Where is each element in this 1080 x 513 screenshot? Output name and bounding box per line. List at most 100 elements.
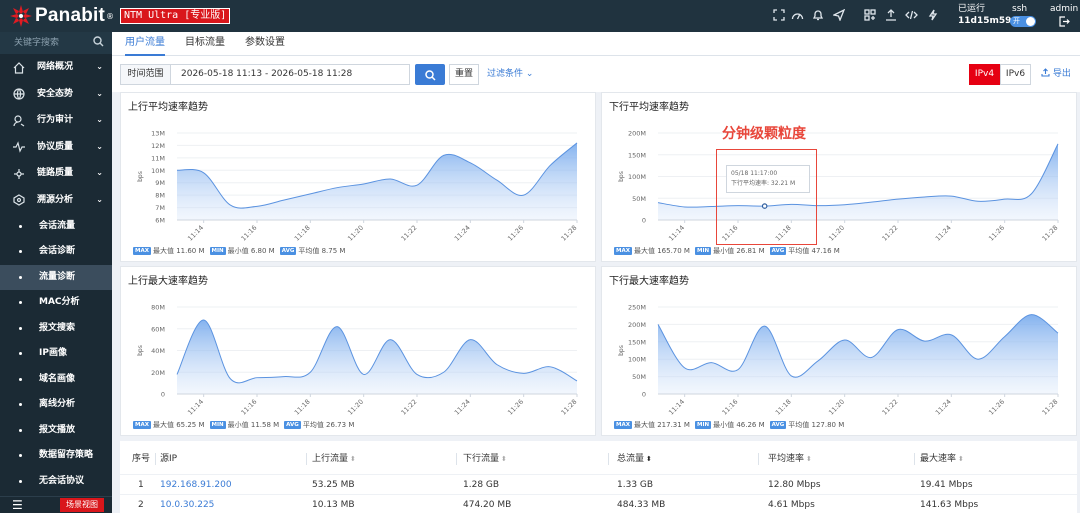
product-badge: NTM Ultra [专业版] — [120, 8, 231, 24]
cell-total-traffic: 1.33 GB — [617, 480, 654, 490]
sidebar-subitem-traffic-diagnosis[interactable]: 流量诊断 — [0, 264, 112, 291]
x-tick-label: 11:14 — [667, 398, 686, 417]
search-button[interactable] — [415, 64, 445, 85]
y-tick-label: 60M — [151, 325, 165, 333]
column-divider — [758, 453, 759, 465]
sidebar-subitem-mac-analysis[interactable]: MAC分析 — [0, 290, 112, 316]
sidebar-item-audit[interactable]: 行为审计 ⌄ — [0, 107, 112, 134]
min-badge: MIN — [209, 247, 226, 255]
admin-user[interactable]: admin — [1050, 3, 1078, 31]
chevron-down-icon: ⌄ — [96, 115, 103, 125]
sidebar-subitem-data-retention[interactable]: 数据留存策略 — [0, 443, 112, 469]
ssh-toggle[interactable]: 开 — [1010, 16, 1036, 27]
cell-src-ip-link[interactable]: 10.0.30.225 — [160, 495, 214, 513]
chevron-down-icon: ⌄ — [525, 69, 534, 79]
collapse-menu-icon[interactable]: ☰ — [12, 497, 23, 513]
sidebar-item-network-overview[interactable]: 网络概况 ⌄ — [0, 54, 112, 81]
column-header-total-traffic[interactable]: 总流量 ⬍ — [617, 447, 652, 471]
logout-icon[interactable] — [1050, 16, 1078, 31]
y-tick-label: 6M — [155, 217, 165, 225]
sidebar-subitem-sessionless-protocol[interactable]: 无会话协议 — [0, 469, 112, 495]
uptime-value: 11d15m59s — [958, 16, 1017, 26]
x-tick-label: 11:28 — [1041, 224, 1060, 243]
chart-tooltip: 05/18 11:17:00 下行平均速率: 32.21 M — [726, 165, 810, 193]
column-divider — [306, 453, 307, 465]
sidebar-subitem-domain-profile[interactable]: 域名画像 — [0, 367, 112, 393]
filter-conditions-toggle[interactable]: 过滤条件 ⌄ — [487, 64, 533, 85]
trace-icon — [13, 187, 25, 214]
sidebar-item-security[interactable]: 安全态势 ⌄ — [0, 81, 112, 108]
dashboard-icon[interactable] — [790, 9, 804, 23]
annotation-highlight-box — [716, 149, 817, 245]
logo-registered: ® — [106, 11, 115, 21]
tab-user-traffic[interactable]: 用户流量 — [125, 32, 165, 56]
sidebar-subitem-session-traffic[interactable]: 会话流量 — [0, 214, 112, 240]
sidebar-subitem-ip-profile[interactable]: IP画像 — [0, 341, 112, 367]
logo[interactable]: Panabit ® — [10, 5, 114, 27]
chevron-down-icon: ⌄ — [96, 194, 103, 204]
min-badge: MIN — [209, 421, 226, 429]
reset-button[interactable]: 重置 — [449, 64, 479, 85]
x-tick-label: 11:18 — [774, 398, 793, 417]
chart-panel-upload-avg: 上行平均速率趋势 6M 7M 8M 9M 10M 11M 12M 13M bps 11:14 11:… — [120, 92, 596, 262]
cell-src-ip-link[interactable]: 192.168.91.200 — [160, 475, 232, 495]
sort-icon[interactable]: ⬍ — [958, 455, 964, 463]
cell-up-traffic: 53.25 MB — [312, 480, 355, 490]
sidebar-subitem-packet-search[interactable]: 报文搜索 — [0, 316, 112, 342]
sort-icon[interactable]: ⬍ — [501, 455, 507, 463]
bolt-icon[interactable] — [926, 9, 940, 23]
fullscreen-icon[interactable] — [772, 9, 786, 23]
y-tick-label: 150M — [628, 338, 646, 346]
sidebar-item-trace-analysis[interactable]: 溯源分析 ⌄ — [0, 187, 112, 214]
avg-badge: AVG — [769, 421, 787, 429]
column-header-src-ip[interactable]: 源IP — [160, 447, 177, 471]
chevron-down-icon: ⌄ — [96, 62, 103, 71]
column-divider — [155, 453, 156, 465]
search-icon — [424, 69, 436, 81]
column-header-up-traffic[interactable]: 上行流量 ⬍ — [312, 447, 356, 471]
sidebar-subitem-offline-analysis[interactable]: 离线分析 — [0, 392, 112, 418]
y-tick-label: 250M — [628, 304, 646, 312]
layout-icon[interactable] — [863, 9, 877, 23]
chart-legend: MAX 最大值 65.25 M MIN 最小值 11.58 M AVG 平均值 26.… — [133, 420, 359, 430]
sort-desc-icon[interactable]: ⬍ — [646, 455, 652, 463]
ipv4-toggle[interactable]: IPv4 — [969, 64, 1000, 85]
export-button[interactable]: 导出 — [1041, 64, 1071, 85]
tab-target-traffic[interactable]: 目标流量 — [185, 32, 225, 56]
export-icon — [1041, 68, 1050, 77]
send-icon[interactable] — [832, 8, 846, 23]
search-icon[interactable] — [93, 36, 104, 50]
sidebar-subitem-packet-replay[interactable]: 报文播放 — [0, 418, 112, 444]
sidebar-search-input[interactable] — [0, 32, 90, 54]
scene-view-button[interactable]: 场景视图 — [60, 498, 104, 512]
cell-total-traffic: 484.33 MB — [617, 500, 666, 510]
tab-settings[interactable]: 参数设置 — [245, 32, 285, 56]
logo-text: Panabit — [35, 5, 106, 26]
header-label: 上行流量 — [312, 454, 349, 464]
sort-icon[interactable]: ⬍ — [350, 455, 356, 463]
globe-icon — [13, 81, 25, 108]
sort-icon[interactable]: ⬍ — [806, 455, 812, 463]
column-header-avg-rate[interactable]: 平均速率 ⬍ — [768, 447, 812, 471]
table-row[interactable]: 1 192.168.91.200 53.25 MB 1.28 GB 1.33 G… — [120, 474, 1077, 494]
tooltip-value: 下行平均速率: 32.21 M — [731, 180, 796, 187]
x-tick-label: 11:22 — [881, 224, 900, 243]
chart-legend: MAX 最大值 11.60 M MIN 最小值 6.80 M AVG 平均值 8.75… — [133, 246, 350, 256]
uptime-label: 已运行 — [958, 4, 986, 14]
cell-max-rate: 141.63 Mbps — [920, 500, 979, 510]
legend-max: 最大值 217.31 M — [633, 421, 690, 429]
sidebar-item-protocol-quality[interactable]: 协议质量 ⌄ — [0, 134, 112, 161]
code-icon[interactable] — [904, 9, 918, 23]
y-axis-label: bps — [618, 171, 625, 182]
column-header-max-rate[interactable]: 最大速率 ⬍ — [920, 447, 964, 471]
ipv6-toggle[interactable]: IPv6 — [1000, 64, 1031, 85]
upload-icon[interactable] — [884, 9, 898, 23]
time-range-input[interactable]: 2026-05-18 11:13 - 2026-05-18 11:28 — [170, 64, 410, 85]
bell-icon[interactable] — [811, 9, 825, 23]
sidebar-subitem-session-diagnosis[interactable]: 会话诊断 — [0, 239, 112, 265]
table-row[interactable]: 2 10.0.30.225 10.13 MB 474.20 MB 484.33 … — [120, 494, 1077, 513]
column-header-down-traffic[interactable]: 下行流量 ⬍ — [463, 447, 507, 471]
x-tick-label: 11:28 — [560, 398, 579, 417]
tooltip-time: 05/18 11:17:00 — [731, 170, 778, 177]
sidebar-item-link-quality[interactable]: 链路质量 ⌄ — [0, 160, 112, 187]
